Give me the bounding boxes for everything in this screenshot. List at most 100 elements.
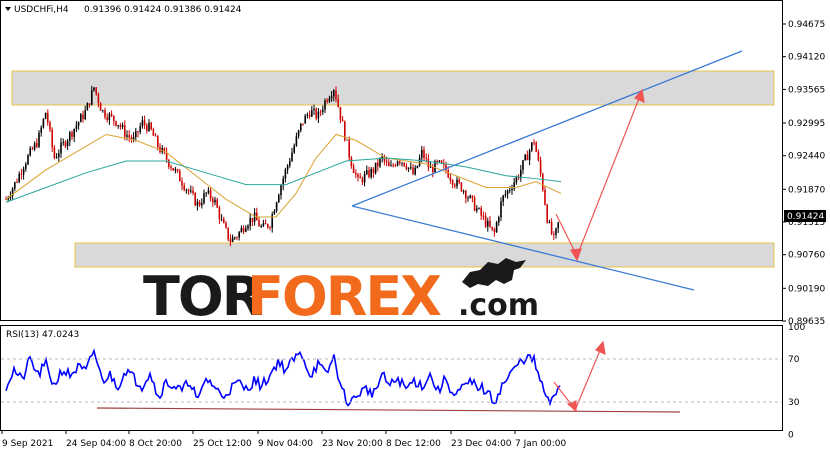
candle-body (66, 141, 69, 147)
candle-body (493, 229, 496, 233)
candle-body (196, 201, 199, 206)
candle-body (207, 190, 210, 193)
candle-body (394, 165, 397, 167)
price-tick-label: 0.92440 (788, 152, 825, 162)
candle-body (458, 179, 460, 183)
candle-body (544, 189, 546, 205)
candle-body (473, 197, 476, 211)
watermark-tor: TOR (143, 265, 263, 328)
watermark-com: .com (458, 288, 539, 323)
price-tick-label: 0.92995 (788, 119, 825, 129)
candle-body (181, 181, 183, 186)
candle-body (315, 108, 317, 119)
candle-body (498, 217, 500, 223)
candle-body (60, 142, 62, 154)
candle-body (135, 131, 137, 138)
candle-body (82, 114, 84, 120)
candle-body (319, 111, 322, 113)
candle-body (359, 176, 361, 179)
candle-body (170, 166, 172, 169)
candle-body (25, 164, 27, 169)
candle-body (260, 226, 262, 228)
candle-body (372, 168, 375, 173)
candle-body (471, 195, 474, 198)
price-tick-label: 0.93565 (788, 85, 825, 95)
candle-body (363, 174, 366, 183)
candle-body (44, 112, 47, 119)
candle-body (121, 125, 124, 127)
candle-body (348, 139, 350, 158)
candle-body (124, 125, 126, 137)
candle-body (137, 131, 139, 133)
candle-body (264, 222, 267, 225)
candle-body (148, 122, 150, 131)
candle-body (361, 178, 364, 183)
candle-body (524, 154, 526, 161)
candle-body (97, 93, 100, 104)
candle-body (399, 161, 401, 163)
x-tick-label: 8 Oct 20:00 (129, 439, 182, 449)
candle-body (546, 204, 548, 223)
candle-body (119, 125, 122, 127)
candle-body (555, 228, 557, 235)
candle-body (385, 160, 388, 163)
candle-body (535, 142, 537, 152)
candle-body (306, 114, 309, 116)
candle-body (297, 130, 300, 137)
candle-body (75, 125, 78, 129)
candle-body (322, 109, 324, 112)
candle-body (36, 143, 38, 147)
candle-body (388, 162, 390, 167)
candle-body (132, 137, 135, 140)
candle-body (231, 237, 234, 242)
candle-body (38, 132, 40, 147)
candle-body (209, 190, 212, 199)
candle-body (368, 170, 370, 177)
x-tick-label: 9 Nov 04:00 (258, 439, 313, 449)
candle-body (174, 169, 177, 171)
candle-body (117, 125, 119, 126)
candle-body (143, 120, 146, 126)
candle-body (451, 180, 454, 185)
candle-body (18, 173, 20, 183)
candle-body (531, 142, 533, 151)
candle-body (370, 168, 372, 177)
candle-body (113, 115, 115, 122)
candle-body (295, 136, 298, 146)
candle-body (176, 169, 179, 171)
candle-body (392, 165, 394, 167)
candle-body (150, 122, 152, 130)
candle-body (526, 154, 529, 161)
candle-body (467, 197, 469, 199)
candle-body (95, 87, 97, 94)
candle-body (480, 208, 482, 216)
candle-body (500, 201, 502, 218)
candle-body (324, 100, 326, 110)
candle-body (436, 161, 438, 162)
candle-body (509, 190, 511, 191)
candle-body (326, 100, 328, 102)
candle-body (216, 199, 218, 208)
candle-body (14, 182, 16, 189)
candle-body (20, 173, 23, 175)
candle-body (284, 169, 287, 179)
candle-body (308, 114, 311, 117)
candle-body (146, 125, 148, 131)
candle-body (456, 179, 458, 187)
candle-body (542, 173, 544, 190)
candle-body (317, 111, 320, 119)
candle-body (77, 122, 80, 126)
candle-body (537, 151, 540, 161)
candle-body (139, 126, 141, 133)
candle-body (421, 149, 423, 158)
candle-body (313, 108, 315, 111)
candle-body (432, 167, 434, 173)
candle-body (366, 170, 368, 175)
price-tick-label: 0.94675 (788, 20, 825, 30)
candle-body (22, 168, 25, 175)
candle-body (410, 167, 412, 169)
candle-body (469, 195, 471, 198)
candle-body (183, 185, 185, 190)
candle-body (506, 190, 509, 195)
candle-body (218, 207, 221, 220)
